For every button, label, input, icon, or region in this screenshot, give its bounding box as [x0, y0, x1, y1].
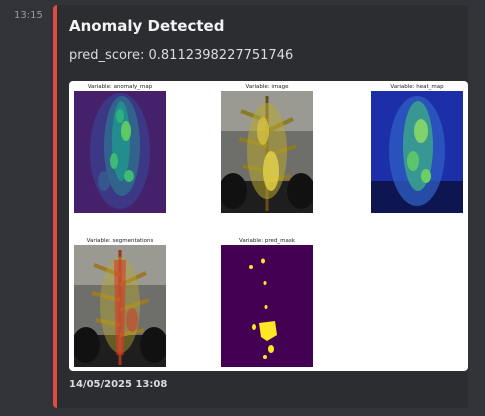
pred-mask-image	[221, 245, 313, 367]
plant-photo	[221, 91, 313, 213]
segmentation-image	[74, 245, 166, 367]
embed-description: pred_score: 0.8112398227751746	[69, 48, 294, 63]
panel-anomaly-map: Variable: anomaly_map	[73, 84, 167, 213]
embed-title: Anomaly Detected	[69, 17, 225, 35]
panel-segmentations: Variable: segmentations	[73, 238, 167, 367]
heat-map-image	[371, 91, 463, 213]
embed-image[interactable]: Variable: anomaly_map Variable: image Va…	[69, 81, 468, 371]
panel-title: Variable: pred_mask	[239, 238, 295, 244]
anomaly-map-image	[74, 91, 166, 213]
embed-card: Anomaly Detected pred_score: 0.811239822…	[53, 5, 468, 408]
panel-image: Variable: image	[220, 84, 314, 213]
embed-accent-bar	[53, 5, 57, 408]
panel-title: Variable: segmentations	[86, 238, 154, 244]
panel-title: Variable: image	[245, 84, 289, 90]
panel-heat-map: Variable: heat_map	[370, 84, 464, 213]
panel-pred-mask: Variable: pred_mask	[220, 238, 314, 367]
message-timestamp: 13:15	[14, 10, 43, 21]
panel-title: Variable: anomaly_map	[87, 84, 153, 90]
embed-footer-timestamp: 14/05/2025 13:08	[69, 379, 168, 390]
panel-title: Variable: heat_map	[390, 84, 444, 90]
